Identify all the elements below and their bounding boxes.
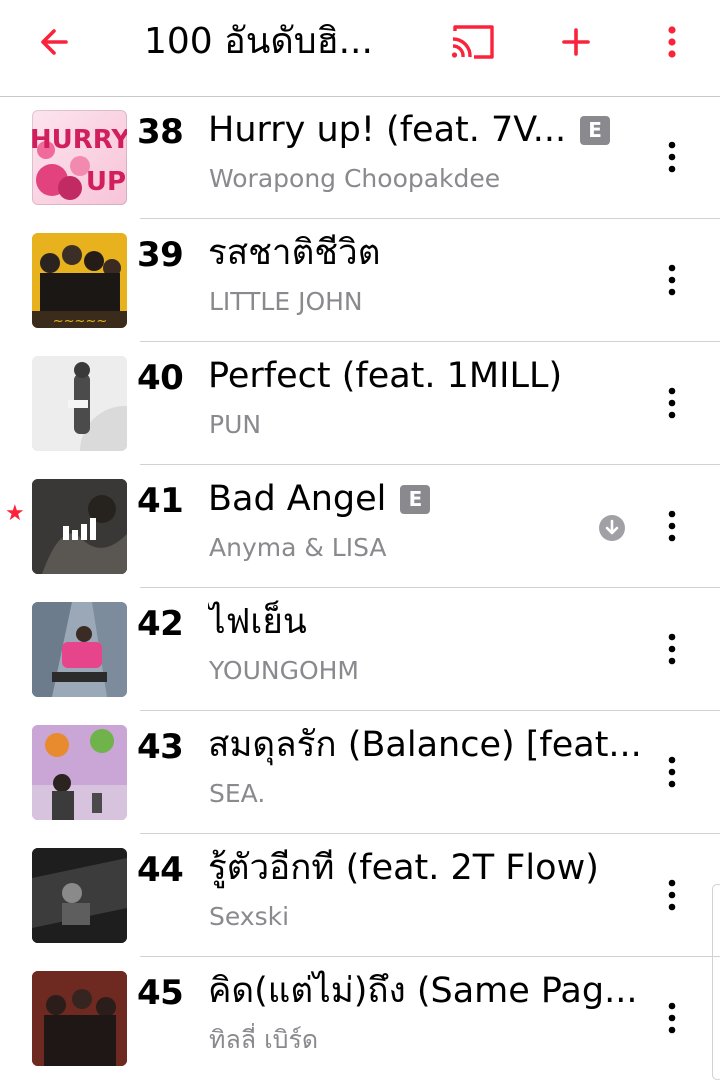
song-row-43[interactable]: 43 สมดุลรัก (Balance) [feat... SEA. — [0, 711, 720, 834]
chart-rank: 44 — [137, 850, 184, 890]
explicit-badge: E — [400, 484, 431, 514]
song-title-container: Bad Angel E — [208, 475, 648, 523]
song-more-button[interactable] — [650, 626, 694, 672]
song-row-38[interactable]: HURRY UP 38 Hurry up! (feat. 7V... E Wor… — [0, 96, 720, 219]
song-more-button[interactable] — [650, 134, 694, 180]
equalizer-icon — [62, 517, 96, 540]
chart-rank: 38 — [137, 112, 184, 152]
artist-name: PUN — [209, 410, 262, 439]
chart-rank: 39 — [137, 235, 184, 275]
explicit-badge: E — [580, 115, 611, 145]
album-artwork — [32, 479, 127, 574]
song-title-container: สมดุลรัก (Balance) [feat... — [208, 721, 648, 769]
artist-name: YOUNGOHM — [209, 656, 359, 685]
song-title: Perfect (feat. 1MILL) — [208, 356, 563, 396]
artist-name: Anyma & LISA — [209, 533, 387, 562]
vertical-ellipsis-icon — [668, 264, 676, 296]
song-title: รู้ตัวอีกที (feat. 2T Flow) — [208, 848, 599, 888]
album-artwork — [32, 848, 127, 943]
chevron-left-icon — [41, 29, 68, 55]
artist-name: Sexski — [209, 902, 290, 931]
favorite-star-icon: ★ — [5, 501, 25, 526]
chart-rank: 45 — [137, 973, 184, 1013]
vertical-ellipsis-icon — [668, 141, 676, 173]
song-more-button[interactable] — [650, 503, 694, 549]
song-title-container: คิด(แต่ไม่)ถึง (Same Pag... — [208, 967, 648, 1015]
vertical-ellipsis-icon — [668, 1002, 676, 1034]
song-row-45[interactable]: 45 คิด(แต่ไม่)ถึง (Same Pag... ทิลลี่ เบ… — [0, 957, 720, 1080]
song-title-container: รสชาติชีวิต — [208, 229, 648, 277]
artist-name: ทิลลี่ เบิร์ด — [209, 1025, 319, 1054]
song-row-41[interactable]: ★ 41 Bad Angel E Anyma & LISA — [0, 465, 720, 588]
now-playing-indicator — [32, 479, 127, 574]
chart-rank: 40 — [137, 358, 184, 398]
cast-button[interactable] — [442, 18, 502, 66]
chart-rank: 43 — [137, 727, 184, 767]
album-artwork — [32, 725, 127, 820]
song-more-button[interactable] — [650, 749, 694, 795]
song-title: คิด(แต่ไม่)ถึง (Same Pag... — [208, 971, 638, 1011]
artist-name: SEA. — [209, 779, 266, 808]
album-artwork — [32, 971, 127, 1066]
chart-rank: 41 — [137, 481, 184, 521]
song-row-42[interactable]: 42 ไฟเย็น YOUNGOHM — [0, 588, 720, 711]
song-title: รสชาติชีวิต — [208, 233, 381, 273]
add-button[interactable] — [546, 18, 606, 66]
song-row-39[interactable]: ~~~~~ 39 รสชาติชีวิต LITTLE JOHN — [0, 219, 720, 342]
scroll-indicator[interactable] — [712, 884, 720, 1080]
song-more-button[interactable] — [650, 380, 694, 426]
song-title-container: Perfect (feat. 1MILL) — [208, 352, 648, 400]
chart-rank: 42 — [137, 604, 184, 644]
back-button[interactable] — [26, 18, 86, 66]
plus-icon — [562, 28, 590, 56]
song-title: ไฟเย็น — [208, 602, 307, 642]
song-title: Hurry up! (feat. 7V... — [208, 110, 567, 150]
song-row-40[interactable]: 40 Perfect (feat. 1MILL) PUN — [0, 342, 720, 465]
cast-icon — [451, 25, 494, 59]
song-title: Bad Angel — [208, 479, 387, 519]
song-row-44[interactable]: 44 รู้ตัวอีกที (feat. 2T Flow) Sexski — [0, 834, 720, 957]
vertical-ellipsis-icon — [668, 756, 676, 788]
album-artwork: HURRY UP — [32, 110, 127, 205]
artist-name: Worapong Choopakdee — [209, 164, 501, 193]
song-more-button[interactable] — [650, 872, 694, 918]
vertical-ellipsis-icon — [668, 510, 676, 542]
page-title: 100 อันดับฮิ... — [144, 21, 373, 62]
song-more-button[interactable] — [650, 995, 694, 1041]
more-options-button[interactable] — [642, 18, 702, 66]
downloaded-icon — [599, 515, 625, 541]
vertical-ellipsis-icon — [668, 633, 676, 665]
song-title-container: รู้ตัวอีกที (feat. 2T Flow) — [208, 844, 648, 892]
album-artwork: ~~~~~ — [32, 233, 127, 328]
svg-text:HURRY: HURRY — [32, 125, 127, 155]
album-artwork — [32, 602, 127, 697]
album-artwork — [32, 356, 127, 451]
svg-text:~~~~~: ~~~~~ — [53, 314, 107, 328]
vertical-ellipsis-icon — [668, 879, 676, 911]
song-title: สมดุลรัก (Balance) [feat... — [208, 725, 642, 765]
vertical-ellipsis-icon — [668, 26, 676, 58]
svg-text:UP: UP — [86, 167, 126, 197]
song-more-button[interactable] — [650, 257, 694, 303]
song-title-container: Hurry up! (feat. 7V... E — [208, 106, 648, 154]
vertical-ellipsis-icon — [668, 387, 676, 419]
navigation-bar: 100 อันดับฮิ... — [0, 0, 720, 97]
artist-name: LITTLE JOHN — [209, 287, 363, 316]
song-title-container: ไฟเย็น — [208, 598, 648, 646]
